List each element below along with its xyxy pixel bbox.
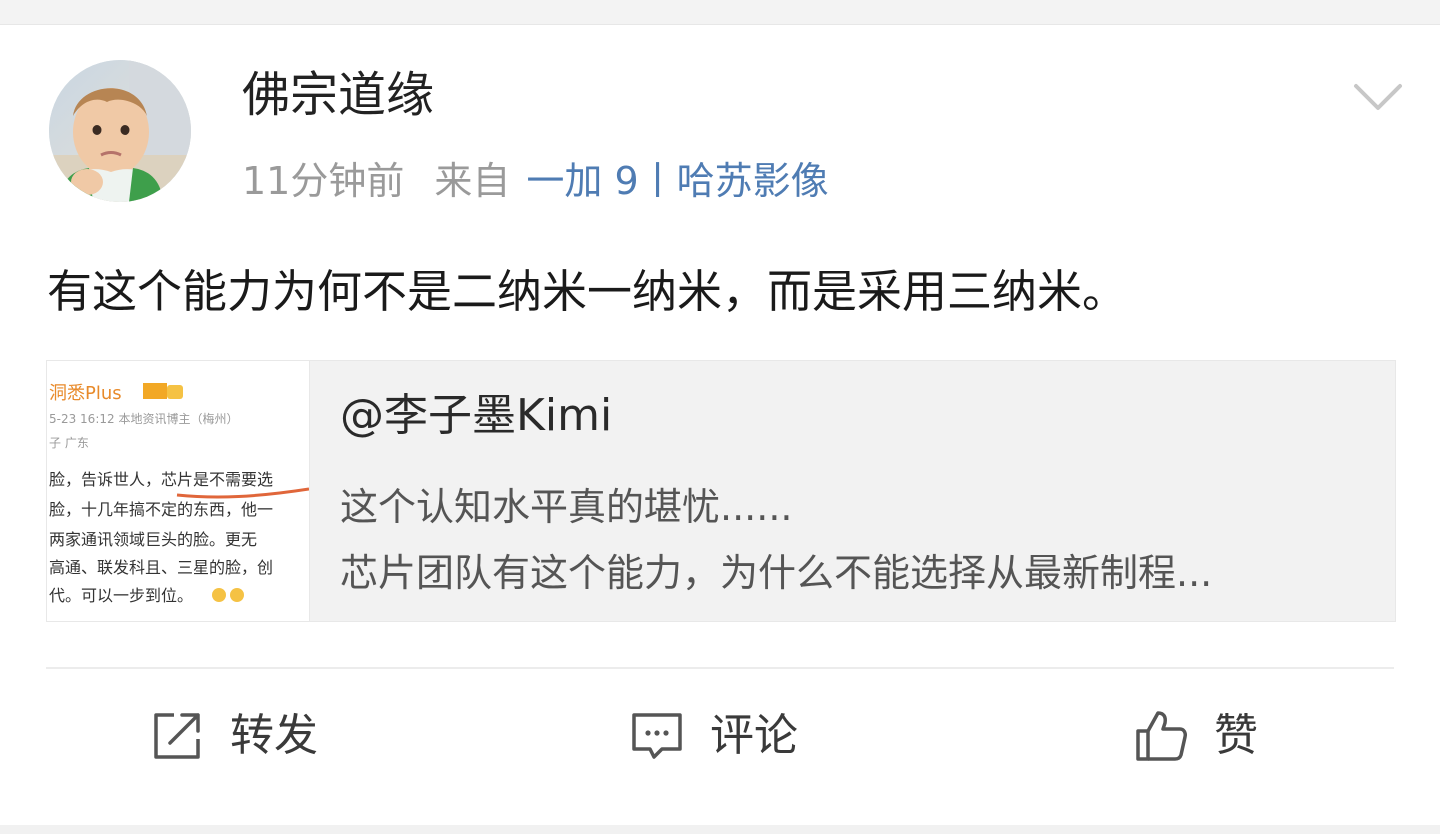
avatar[interactable] (49, 60, 191, 202)
repost-excerpt-line: 这个认知水平真的堪忧...... (340, 485, 793, 529)
comment-label: 评论 (710, 710, 798, 761)
thumbnail-line: 两家通讯领域巨头的脸。更无 (49, 530, 257, 549)
thumbnail-line: 脸，告诉世人，芯片是不需要选 (49, 470, 273, 489)
comment-button[interactable]: 评论 (628, 700, 798, 772)
like-label: 赞 (1214, 710, 1258, 761)
thumbnail-line: 高通、联发科且、三星的脸，创 (49, 558, 273, 577)
like-button[interactable]: 赞 (1132, 700, 1258, 772)
post-time: 11分钟前 (242, 159, 405, 203)
post-meta: 11分钟前 来自 一加 9丨哈苏影像 (242, 155, 829, 207)
thumbnail-line: 代。可以一步到位。 (49, 586, 193, 605)
divider (46, 667, 1394, 669)
thumbnail-line: 脸，十几年搞不定的东西，他一 (49, 500, 273, 519)
share-icon (154, 713, 200, 759)
thumbnail-line: 5-23 16:12 本地资讯博主（梅州） (49, 411, 238, 426)
repost-button[interactable]: 转发 (148, 700, 318, 772)
comment-icon (632, 713, 682, 759)
top-separator (0, 0, 1440, 25)
repost-thumbnail: 洞悉Plus 5-23 16:12 本地资讯博主（梅州） 子 广东 脸，告诉世人… (47, 361, 310, 621)
bottom-separator (0, 825, 1440, 834)
repost-author[interactable]: @李子墨Kimi (340, 387, 612, 445)
thumbnail-line: 子 广东 (49, 436, 89, 450)
repost-preview[interactable]: 洞悉Plus 5-23 16:12 本地资讯博主（梅州） 子 广东 脸，告诉世人… (46, 360, 1396, 622)
avatar-image (49, 60, 191, 202)
repost-excerpt-line: 芯片团队有这个能力，为什么不能选择从最新制程... (340, 551, 1213, 595)
repost-label: 转发 (230, 710, 318, 761)
source-label: 来自 (434, 159, 511, 203)
thumbs-up-icon (1136, 711, 1187, 761)
device-link[interactable]: 一加 9丨哈苏影像 (526, 159, 828, 203)
post-text: 有这个能力为何不是二纳米一纳米，而是采用三纳米。 (47, 265, 1128, 318)
thumbnail-line: 洞悉Plus (49, 383, 122, 404)
username[interactable]: 佛宗道缘 (242, 65, 434, 125)
chevron-down-icon[interactable] (1350, 78, 1406, 114)
